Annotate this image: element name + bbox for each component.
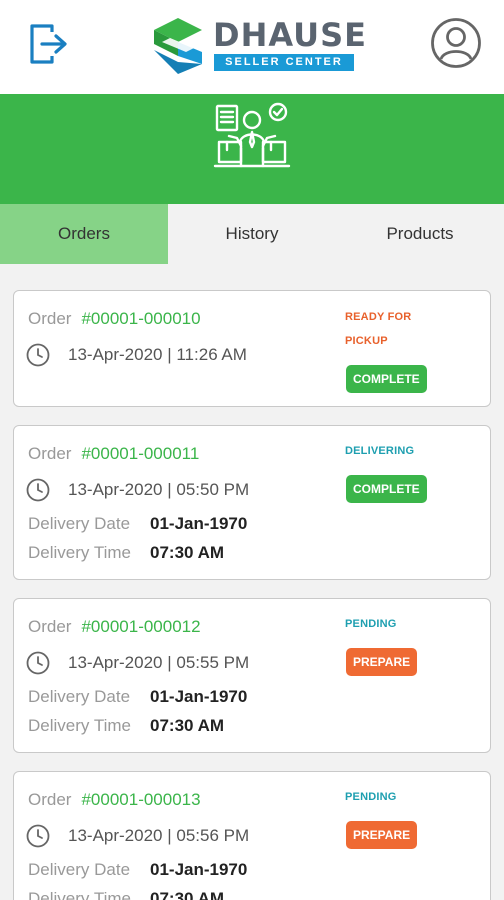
status-badge: READY FOR	[345, 311, 412, 323]
delivery-time-row: Delivery Time 07:30 AM	[28, 716, 224, 736]
logo-mark-icon	[154, 18, 202, 74]
order-number-row: Order #00001-000010	[28, 309, 201, 329]
hero-banner	[0, 94, 504, 204]
delivery-date-value: 01-Jan-1970	[150, 860, 248, 879]
delivery-time-label: Delivery Time	[28, 889, 131, 900]
order-number: #00001-000010	[81, 309, 201, 328]
order-label: Order	[28, 617, 72, 636]
order-datetime: 13-Apr-2020 | 05:50 PM	[68, 480, 250, 499]
clock-icon	[26, 651, 50, 675]
delivery-time-value: 07:30 AM	[150, 716, 225, 735]
logout-icon[interactable]	[28, 22, 70, 66]
order-datetime: 13-Apr-2020 | 11:26 AM	[68, 345, 247, 364]
delivery-date-label: Delivery Date	[28, 687, 131, 706]
delivery-date-label: Delivery Date	[28, 514, 131, 533]
order-label: Order	[28, 790, 72, 809]
delivery-time-row: Delivery Time 07:30 AM	[28, 543, 224, 563]
status-badge: DELIVERING	[345, 445, 415, 457]
order-datetime-row: 13-Apr-2020 | 05:50 PM	[26, 478, 249, 502]
order-datetime-row: 13-Apr-2020 | 05:55 PM	[26, 651, 249, 675]
delivery-time-label: Delivery Time	[28, 543, 131, 562]
delivery-date-value: 01-Jan-1970	[150, 687, 248, 706]
delivery-date-row: Delivery Date 01-Jan-1970	[28, 687, 247, 707]
status-badge: PENDING	[345, 791, 397, 803]
order-card[interactable]: Order #00001-000012 13-Apr-2020 | 05:55 P…	[13, 598, 491, 753]
tab-orders[interactable]: Orders	[0, 204, 168, 264]
tab-history[interactable]: History	[168, 204, 336, 264]
user-profile-icon[interactable]	[430, 17, 482, 69]
dhause-logo: DHAUSE SELLER CENTER	[150, 16, 366, 78]
top-bar: DHAUSE SELLER CENTER	[0, 0, 504, 94]
order-number: #00001-000011	[81, 444, 200, 463]
delivery-date-row: Delivery Date 01-Jan-1970	[28, 514, 247, 534]
order-number-row: Order #00001-000011	[28, 444, 199, 464]
order-number-row: Order #00001-000013	[28, 790, 201, 810]
order-card[interactable]: Order #00001-000010 13-Apr-2020 | 11:26 A…	[13, 290, 491, 407]
order-number: #00001-000013	[81, 790, 201, 809]
order-datetime: 13-Apr-2020 | 05:56 PM	[68, 826, 250, 845]
tab-products[interactable]: Products	[336, 204, 504, 264]
clock-icon	[26, 478, 50, 502]
delivery-date-label: Delivery Date	[28, 860, 131, 879]
order-datetime-row: 13-Apr-2020 | 05:56 PM	[26, 824, 249, 848]
order-datetime: 13-Apr-2020 | 05:55 PM	[68, 653, 250, 672]
prepare-button[interactable]: PREPARE	[346, 648, 418, 676]
delivery-time-value: 07:30 AM	[150, 889, 225, 900]
brand-subtitle: SELLER CENTER	[214, 54, 354, 71]
order-label: Order	[28, 309, 72, 328]
order-number: #00001-000012	[81, 617, 201, 636]
clock-icon	[26, 343, 50, 367]
clock-icon	[26, 824, 50, 848]
brand-name: DHAUSE	[213, 16, 368, 54]
order-number-row: Order #00001-000012	[28, 617, 201, 637]
order-label: Order	[28, 444, 72, 463]
delivery-date-value: 01-Jan-1970	[150, 514, 248, 533]
delivery-time-label: Delivery Time	[28, 716, 131, 735]
order-card[interactable]: Order #00001-000013 13-Apr-2020 | 05:56 P…	[13, 771, 491, 900]
complete-button[interactable]: COMPLETE	[346, 365, 427, 393]
orders-list: Order #00001-000010 13-Apr-2020 | 11:26 A…	[13, 290, 491, 900]
order-datetime-row: 13-Apr-2020 | 11:26 AM	[26, 343, 247, 367]
order-card[interactable]: Order #00001-000011 13-Apr-2020 | 05:50 P…	[13, 425, 491, 580]
prepare-button[interactable]: PREPARE	[346, 821, 418, 849]
status-badge-line2: PICKUP	[345, 335, 388, 347]
seller-with-boxes-icon	[213, 102, 291, 168]
delivery-time-row: Delivery Time 07:30 AM	[28, 889, 224, 900]
tab-bar: Orders History Products	[0, 204, 504, 264]
delivery-date-row: Delivery Date 01-Jan-1970	[28, 860, 247, 880]
status-badge: PENDING	[345, 618, 397, 630]
delivery-time-value: 07:30 AM	[150, 543, 225, 562]
complete-button[interactable]: COMPLETE	[346, 475, 427, 503]
